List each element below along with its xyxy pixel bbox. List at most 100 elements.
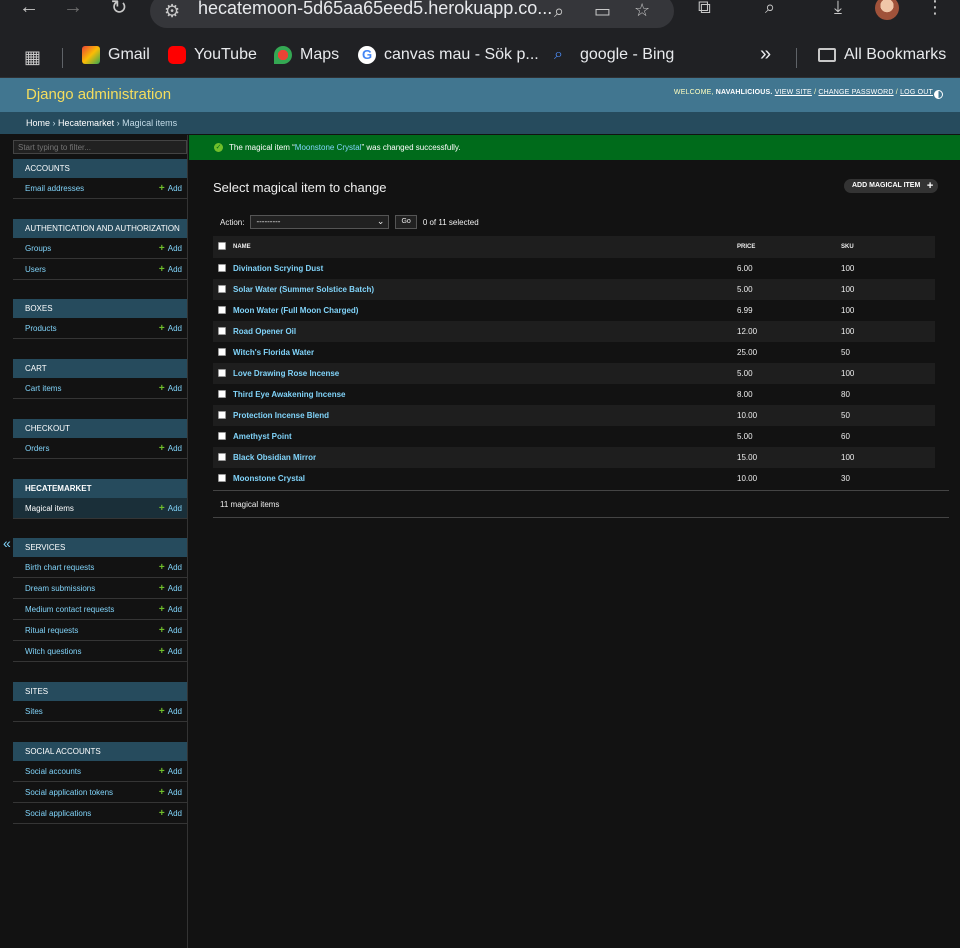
bookmark-gmail[interactable]: Gmail <box>82 46 150 64</box>
item-link[interactable]: Divination Scrying Dust <box>233 264 323 273</box>
module-caption[interactable]: HECATEMARKET <box>13 479 187 498</box>
item-link[interactable]: Witch's Florida Water <box>233 348 314 357</box>
item-link[interactable]: Moon Water (Full Moon Charged) <box>233 306 358 315</box>
view-site-link[interactable]: VIEW SITE <box>775 89 812 96</box>
module-caption[interactable]: BOXES <box>13 299 187 318</box>
sidebar-item-link[interactable]: Groups <box>25 244 51 253</box>
item-link[interactable]: Third Eye Awakening Incense <box>233 390 345 399</box>
add-model-link[interactable]: + Add <box>159 583 182 594</box>
row-checkbox[interactable] <box>218 263 226 272</box>
row-checkbox[interactable] <box>218 389 226 398</box>
bookmark-youtube[interactable]: YouTube <box>168 46 257 64</box>
add-model-link[interactable]: + Add <box>159 604 182 615</box>
add-model-link[interactable]: + Add <box>159 625 182 636</box>
item-link[interactable]: Road Opener Oil <box>233 327 296 336</box>
forward-icon[interactable]: → <box>62 0 84 18</box>
module-caption[interactable]: CHECKOUT <box>13 419 187 438</box>
card-icon[interactable]: ▭ <box>594 2 611 20</box>
row-checkbox[interactable] <box>218 284 226 293</box>
log-out-link[interactable]: LOG OUT <box>900 89 933 96</box>
sidebar-item-link[interactable]: Ritual requests <box>25 626 78 635</box>
row-checkbox[interactable] <box>218 452 226 461</box>
item-link[interactable]: Black Obsidian Mirror <box>233 453 316 462</box>
site-name[interactable]: Django administration <box>26 86 171 103</box>
download-icon[interactable]: ⤓ <box>834 0 842 16</box>
add-model-link[interactable]: + Add <box>159 183 182 194</box>
column-header-price[interactable]: PRICE <box>733 236 841 258</box>
module-caption[interactable]: SOCIAL ACCOUNTS <box>13 742 187 761</box>
all-bookmarks[interactable]: All Bookmarks <box>818 46 946 64</box>
column-header-name[interactable]: NAME <box>229 236 733 258</box>
star-icon[interactable]: ☆ <box>634 1 650 19</box>
module-caption[interactable]: SERVICES <box>13 538 187 557</box>
row-checkbox[interactable] <box>218 305 226 314</box>
sidebar-item-link[interactable]: Medium contact requests <box>25 605 114 614</box>
sidebar-item-link[interactable]: Products <box>25 324 57 333</box>
module-caption[interactable]: SITES <box>13 682 187 701</box>
item-link[interactable]: Love Drawing Rose Incense <box>233 369 339 378</box>
add-model-link[interactable]: + Add <box>159 808 182 819</box>
extensions-icon[interactable]: ⧉ <box>698 0 711 16</box>
row-checkbox[interactable] <box>218 368 226 377</box>
more-bookmarks[interactable]: » <box>760 43 771 66</box>
site-info-icon[interactable]: ⚙ <box>164 2 180 20</box>
row-checkbox[interactable] <box>218 326 226 335</box>
action-select[interactable]: --------- ⌄ <box>250 215 390 229</box>
bookmark-canvas[interactable]: G canvas mau - Sök p... <box>358 46 539 64</box>
row-checkbox[interactable] <box>218 347 226 356</box>
row-checkbox[interactable] <box>218 473 226 482</box>
column-header-sku[interactable]: SKU <box>841 236 935 258</box>
zoom-icon[interactable]: ⌕ <box>554 2 564 20</box>
breadcrumb-home[interactable]: Home <box>26 118 50 128</box>
add-model-link[interactable]: + Add <box>159 766 182 777</box>
back-icon[interactable]: ← <box>18 0 40 18</box>
module-caption[interactable]: CART <box>13 359 187 378</box>
sidebar-item-link[interactable]: Cart items <box>25 384 61 393</box>
add-model-link[interactable]: + Add <box>159 383 182 394</box>
add-model-link[interactable]: + Add <box>159 243 182 254</box>
row-checkbox[interactable] <box>218 410 226 419</box>
module-caption[interactable]: AUTHENTICATION AND AUTHORIZATION <box>13 219 187 238</box>
address-bar[interactable]: ⚙ hecatemoon-5d65aa65eed5.herokuapp.co..… <box>150 0 674 28</box>
collapse-sidebar-button[interactable]: « <box>3 535 11 551</box>
item-link[interactable]: Protection Incense Blend <box>233 411 329 420</box>
bookmark-bing[interactable]: ⌕ google - Bing <box>554 46 674 64</box>
change-password-link[interactable]: CHANGE PASSWORD <box>818 89 893 96</box>
module-caption[interactable]: ACCOUNTS <box>13 159 187 178</box>
reload-icon[interactable]: ↻ <box>108 0 130 19</box>
profile-avatar[interactable] <box>875 0 899 20</box>
item-link[interactable]: Moonstone Crystal <box>233 474 305 483</box>
add-model-link[interactable]: + Add <box>159 562 182 573</box>
add-model-link[interactable]: + Add <box>159 503 182 514</box>
message-item-link[interactable]: Moonstone Crystal <box>295 143 362 152</box>
sidebar-item-link[interactable]: Users <box>25 265 46 274</box>
apps-grid-icon[interactable]: ▦ <box>24 48 41 66</box>
add-model-link[interactable]: + Add <box>159 706 182 717</box>
go-button[interactable]: Go <box>395 215 417 229</box>
breadcrumb-app[interactable]: Hecatemarket <box>58 118 114 128</box>
item-link[interactable]: Amethyst Point <box>233 432 292 441</box>
nav-filter-input[interactable] <box>13 140 187 154</box>
sidebar-item-link[interactable]: Social accounts <box>25 767 81 776</box>
sidebar-item-link[interactable]: Social application tokens <box>25 788 113 797</box>
sidebar-item-link[interactable]: Dream submissions <box>25 584 95 593</box>
add-model-link[interactable]: + Add <box>159 646 182 657</box>
row-checkbox[interactable] <box>218 431 226 440</box>
theme-toggle-icon[interactable] <box>934 90 943 99</box>
item-link[interactable]: Solar Water (Summer Solstice Batch) <box>233 285 374 294</box>
sidebar-item-link[interactable]: Sites <box>25 707 43 716</box>
sidebar-item-link[interactable]: Witch questions <box>25 647 81 656</box>
sidebar-item-link[interactable]: Birth chart requests <box>25 563 94 572</box>
add-model-link[interactable]: + Add <box>159 787 182 798</box>
add-magical-item-button[interactable]: ADD MAGICAL ITEM + <box>844 179 939 193</box>
add-model-link[interactable]: + Add <box>159 443 182 454</box>
sidebar-item-link[interactable]: Email addresses <box>25 184 84 193</box>
add-model-link[interactable]: + Add <box>159 264 182 275</box>
sidebar-item-link[interactable]: Orders <box>25 444 49 453</box>
add-model-link[interactable]: + Add <box>159 323 182 334</box>
sidebar-item-link[interactable]: Social applications <box>25 809 91 818</box>
bookmark-maps[interactable]: Maps <box>274 46 339 64</box>
sidebar-item-link[interactable]: Magical items <box>25 504 74 513</box>
search-tab-icon[interactable]: ⌕ <box>765 0 775 16</box>
select-all-checkbox[interactable] <box>218 242 226 250</box>
